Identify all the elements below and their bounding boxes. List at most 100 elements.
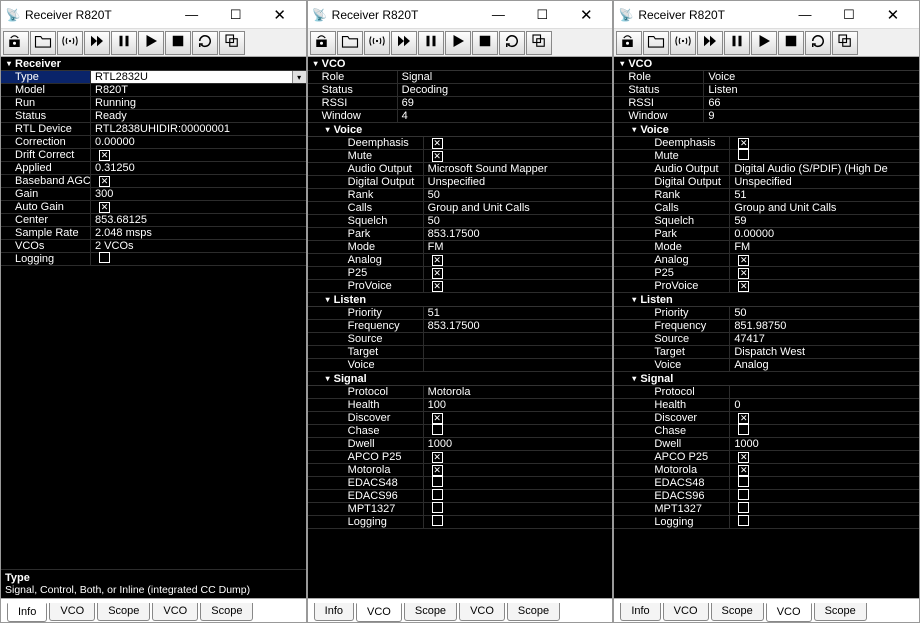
prop-row-role[interactable]: RoleSignal [308, 71, 613, 84]
loop-button[interactable] [192, 31, 218, 55]
prop-row-digital-output[interactable]: Digital OutputUnspecified [308, 176, 613, 189]
collapse-icon[interactable]: ▾ [628, 295, 640, 304]
titlebar[interactable]: 📡 Receiver R820T — ☐ ✕ [614, 1, 919, 29]
close-button[interactable]: ✕ [258, 5, 302, 25]
checkbox[interactable] [738, 515, 749, 526]
tab-vco-3[interactable]: VCO [766, 603, 812, 622]
checkbox[interactable] [99, 202, 110, 213]
prop-value[interactable]: 851.98750 [730, 320, 919, 332]
prop-row-gain[interactable]: Gain300 [1, 188, 306, 201]
prop-row-baseband-agc[interactable]: Baseband AGC [1, 175, 306, 188]
section-header-voice[interactable]: ▾Voice [614, 123, 919, 137]
tab-scope-4[interactable]: Scope [507, 603, 560, 621]
close-button[interactable]: ✕ [564, 5, 608, 25]
tab-vco-1[interactable]: VCO [356, 603, 402, 622]
tab-vco-1[interactable]: VCO [663, 603, 709, 621]
prop-row-logging[interactable]: Logging [1, 253, 306, 266]
prop-value[interactable] [424, 412, 613, 424]
broadcast-button[interactable] [670, 31, 696, 55]
prop-row-applied[interactable]: Applied0.31250 [1, 162, 306, 175]
play-button[interactable] [138, 31, 164, 55]
prop-value[interactable]: Group and Unit Calls [424, 202, 613, 214]
device-button[interactable] [3, 31, 29, 55]
prop-row-voice[interactable]: Voice [308, 359, 613, 372]
stop-button[interactable] [778, 31, 804, 55]
prop-value[interactable]: FM [730, 241, 919, 253]
checkbox[interactable] [738, 452, 749, 463]
checkbox[interactable] [738, 268, 749, 279]
play-button[interactable] [445, 31, 471, 55]
prop-row-voice[interactable]: VoiceAnalog [614, 359, 919, 372]
prop-row-protocol[interactable]: Protocol [614, 386, 919, 399]
prop-row-dwell[interactable]: Dwell1000 [308, 438, 613, 451]
prop-row-squelch[interactable]: Squelch50 [308, 215, 613, 228]
prop-row-protocol[interactable]: ProtocolMotorola [308, 386, 613, 399]
prop-value[interactable]: 51 [730, 189, 919, 201]
prop-value[interactable] [91, 175, 306, 187]
prop-row-analog[interactable]: Analog [308, 254, 613, 267]
checkbox[interactable] [432, 515, 443, 526]
prop-row-run[interactable]: RunRunning [1, 97, 306, 110]
checkbox[interactable] [738, 476, 749, 487]
collapse-icon[interactable]: ▾ [628, 125, 640, 134]
prop-value[interactable] [424, 424, 613, 438]
prop-value[interactable] [91, 201, 306, 213]
open-button[interactable] [643, 31, 669, 55]
prop-value[interactable]: Decoding [398, 84, 613, 96]
pause-button[interactable] [111, 31, 137, 55]
prop-row-apco-p25[interactable]: APCO P25 [614, 451, 919, 464]
prop-value[interactable]: 0.00000 [730, 228, 919, 240]
section-header-signal[interactable]: ▾Signal [614, 372, 919, 386]
checkbox[interactable] [738, 255, 749, 266]
section-header-receiver[interactable]: ▾Receiver [1, 57, 306, 71]
prop-row-mute[interactable]: Mute [614, 150, 919, 163]
prop-value[interactable]: 51 [424, 307, 613, 319]
loop-button[interactable] [805, 31, 831, 55]
prop-value[interactable]: 0.00000 [91, 136, 306, 148]
prop-value[interactable]: 66 [704, 97, 919, 109]
prop-row-sample-rate[interactable]: Sample Rate2.048 msps [1, 227, 306, 240]
prop-value[interactable] [424, 489, 613, 503]
prop-value[interactable] [730, 267, 919, 279]
tab-info-0[interactable]: Info [314, 603, 354, 621]
prop-row-correction[interactable]: Correction0.00000 [1, 136, 306, 149]
prop-row-chase[interactable]: Chase [614, 425, 919, 438]
tab-vco-1[interactable]: VCO [49, 603, 95, 621]
minimize-button[interactable]: — [476, 5, 520, 25]
prop-row-calls[interactable]: CallsGroup and Unit Calls [614, 202, 919, 215]
stop-button[interactable] [472, 31, 498, 55]
prop-value[interactable]: FM [424, 241, 613, 253]
play-button[interactable] [751, 31, 777, 55]
prop-value[interactable]: Unspecified [424, 176, 613, 188]
section-header-vco[interactable]: ▾VCO [308, 57, 613, 71]
checkbox[interactable] [738, 489, 749, 500]
tab-info-0[interactable]: Info [7, 603, 47, 622]
prop-row-window[interactable]: Window4 [308, 110, 613, 123]
prop-value[interactable]: Dispatch West [730, 346, 919, 358]
prop-value[interactable]: 2.048 msps [91, 227, 306, 239]
prop-row-role[interactable]: RoleVoice [614, 71, 919, 84]
dropdown-icon[interactable]: ▾ [292, 71, 306, 83]
titlebar[interactable]: 📡 Receiver R820T — ☐ ✕ [308, 1, 613, 29]
prop-value[interactable] [424, 476, 613, 490]
prop-value[interactable]: 9 [704, 110, 919, 122]
prop-value[interactable] [424, 451, 613, 463]
prop-row-source[interactable]: Source47417 [614, 333, 919, 346]
pause-button[interactable] [418, 31, 444, 55]
tab-scope-4[interactable]: Scope [200, 603, 253, 621]
section-header-listen[interactable]: ▾Listen [308, 293, 613, 307]
copy-button[interactable] [526, 31, 552, 55]
prop-value[interactable]: 69 [398, 97, 613, 109]
prop-value[interactable] [730, 149, 919, 163]
checkbox[interactable] [432, 281, 443, 292]
prop-value[interactable] [91, 149, 306, 161]
prop-row-source[interactable]: Source [308, 333, 613, 346]
prop-row-rtl-device[interactable]: RTL DeviceRTL2838UHIDIR:00000001 [1, 123, 306, 136]
prop-row-deemphasis[interactable]: Deemphasis [308, 137, 613, 150]
prop-value[interactable] [424, 137, 613, 149]
prop-value[interactable] [730, 476, 919, 490]
prop-value[interactable]: 50 [424, 215, 613, 227]
open-button[interactable] [30, 31, 56, 55]
checkbox[interactable] [432, 489, 443, 500]
collapse-icon[interactable]: ▾ [310, 59, 322, 68]
